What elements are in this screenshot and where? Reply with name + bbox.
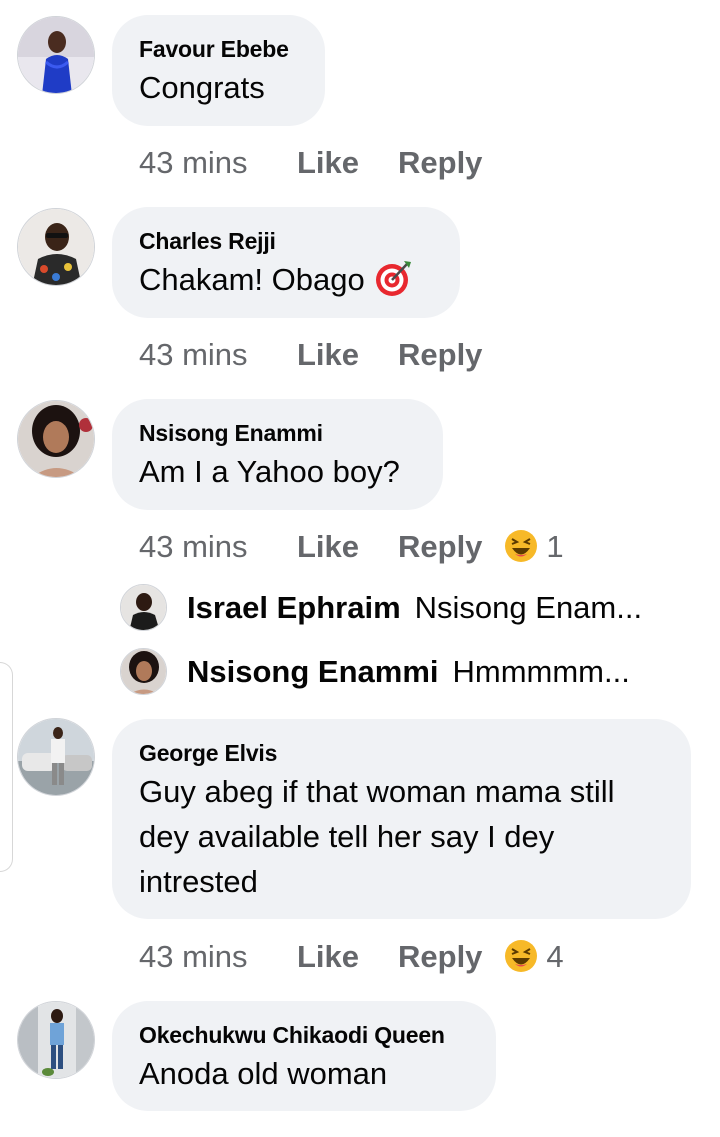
like-button[interactable]: Like bbox=[297, 335, 398, 375]
reply-button[interactable]: Reply bbox=[398, 527, 482, 567]
direct-hit-icon bbox=[373, 258, 413, 298]
avatar[interactable] bbox=[17, 400, 95, 478]
avatar[interactable] bbox=[17, 718, 95, 796]
like-button[interactable]: Like bbox=[297, 143, 398, 183]
side-panel-handle[interactable] bbox=[0, 662, 13, 872]
avatar[interactable] bbox=[17, 208, 95, 286]
comment-time[interactable]: 43 mins bbox=[139, 937, 297, 977]
comment-time[interactable]: 43 mins bbox=[139, 335, 297, 375]
reaction-count: 4 bbox=[546, 939, 564, 974]
comment-bubble: Okechukwu Chikaodi Queen Anoda old woman bbox=[112, 1001, 496, 1111]
reply-text: Nsisong Enam... bbox=[414, 590, 643, 625]
avatar[interactable] bbox=[120, 648, 167, 695]
comment-author[interactable]: Okechukwu Chikaodi Queen bbox=[139, 1021, 468, 1049]
comment-actions: 43 mins Like Reply bbox=[139, 335, 482, 375]
comment-author[interactable]: Nsisong Enammi bbox=[139, 419, 415, 447]
reply-author[interactable]: Israel Ephraim bbox=[187, 590, 401, 625]
reply-button[interactable]: Reply bbox=[398, 335, 482, 375]
comment-author[interactable]: Charles Rejji bbox=[139, 227, 432, 255]
reply-preview[interactable]: Nsisong Enammi Hmmmmm... bbox=[120, 648, 680, 698]
comment-bubble: Charles Rejji Chakam! Obago bbox=[112, 207, 460, 318]
comment-actions: 43 mins Like Reply 4 bbox=[139, 937, 564, 977]
laughing-emoji-icon bbox=[504, 939, 538, 973]
avatar[interactable] bbox=[17, 16, 95, 94]
comment-time[interactable]: 43 mins bbox=[139, 527, 297, 567]
comment-author[interactable]: George Elvis bbox=[139, 739, 663, 767]
avatar[interactable] bbox=[17, 1001, 95, 1079]
reply-line: Israel Ephraim Nsisong Enam... bbox=[187, 590, 642, 626]
reply-author[interactable]: Nsisong Enammi bbox=[187, 654, 439, 689]
avatar[interactable] bbox=[120, 584, 167, 631]
reply-text: Hmmmmm... bbox=[452, 654, 630, 689]
comment-text-line: dey available tell her say I dey bbox=[139, 819, 555, 854]
reaction-count: 1 bbox=[546, 529, 564, 564]
like-button[interactable]: Like bbox=[297, 937, 398, 977]
comment-text: Chakam! Obago bbox=[139, 257, 432, 302]
like-button[interactable]: Like bbox=[297, 527, 398, 567]
comment-text-line: intrested bbox=[139, 864, 258, 899]
comment-text: Am I a Yahoo boy? bbox=[139, 454, 400, 489]
comment-bubble: Favour Ebebe Congrats bbox=[112, 15, 325, 126]
reaction-summary[interactable]: 1 bbox=[504, 527, 564, 567]
comment-actions: 43 mins Like Reply bbox=[139, 143, 482, 183]
comment-author[interactable]: Favour Ebebe bbox=[139, 35, 297, 63]
reply-preview[interactable]: Israel Ephraim Nsisong Enam... bbox=[120, 584, 680, 634]
comment-text-line: Guy abeg if that woman mama still bbox=[139, 774, 615, 809]
comment-bubble: George Elvis Guy abeg if that woman mama… bbox=[112, 719, 691, 919]
comment-text: Anoda old woman bbox=[139, 1056, 388, 1091]
laughing-emoji-icon bbox=[504, 529, 538, 563]
comment-text: Guy abeg if that woman mama still dey av… bbox=[139, 769, 663, 904]
comment-text: Congrats bbox=[139, 70, 265, 105]
comment-text-content: Chakam! Obago bbox=[139, 262, 365, 297]
comment-actions: 43 mins Like Reply 1 bbox=[139, 527, 564, 567]
reply-line: Nsisong Enammi Hmmmmm... bbox=[187, 654, 630, 690]
reaction-summary[interactable]: 4 bbox=[504, 937, 564, 977]
comment-time[interactable]: 43 mins bbox=[139, 143, 297, 183]
reply-button[interactable]: Reply bbox=[398, 937, 482, 977]
comment-bubble: Nsisong Enammi Am I a Yahoo boy? bbox=[112, 399, 443, 510]
reply-button[interactable]: Reply bbox=[398, 143, 482, 183]
